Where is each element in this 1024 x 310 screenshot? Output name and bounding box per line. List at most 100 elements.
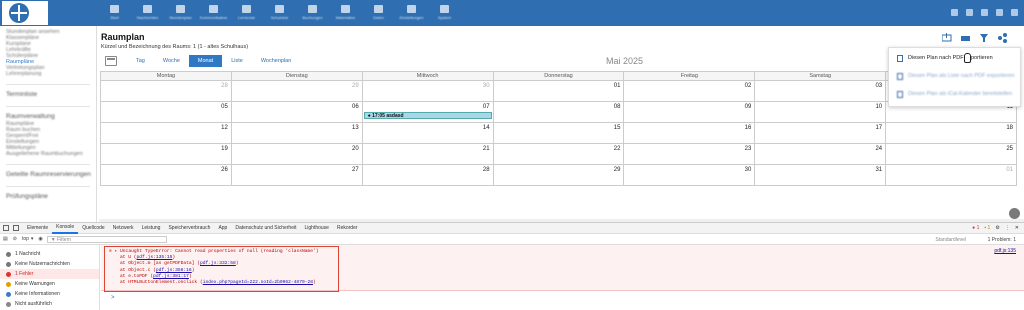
calendar-day-cell[interactable]: 06 xyxy=(232,102,363,122)
nav-item[interactable]: Materialien xyxy=(329,2,362,24)
sidebar-item[interactable]: Terminliste xyxy=(6,91,96,99)
console-filter-item[interactable]: 1 Fehler xyxy=(0,269,99,279)
calendar-day-cell[interactable]: 25 xyxy=(886,144,1018,164)
calendar-day-cell[interactable]: 21 xyxy=(363,144,494,164)
calendar-day-cell[interactable]: 01 xyxy=(886,165,1018,185)
calendar-day-cell[interactable]: 16 xyxy=(624,123,756,143)
clear-console-icon[interactable]: ⊘ xyxy=(13,236,17,242)
floating-action-button[interactable] xyxy=(1009,208,1020,219)
sidebar-item[interactable]: Geteilte Raumreservierungen xyxy=(6,171,96,179)
nav-item[interactable]: Stundenplan xyxy=(164,2,197,24)
calendar-day-cell[interactable]: 23 xyxy=(624,144,756,164)
filter-input[interactable]: ▼ Filtern xyxy=(46,235,167,243)
devtools-tab[interactable]: Lighthouse xyxy=(301,223,333,234)
ical-item[interactable]: Diesen Plan als iCal-Kalender bereitstel… xyxy=(897,90,1012,98)
calendar-day-cell[interactable]: 20 xyxy=(232,144,363,164)
calendar-day-cell[interactable]: 29 xyxy=(494,165,625,185)
settings-icon[interactable]: ⚙ xyxy=(995,225,999,231)
calendar-day-cell[interactable]: 02 xyxy=(624,81,756,101)
nav-item[interactable]: Kommunikation xyxy=(197,2,230,24)
devtools-tab[interactable]: Elemente xyxy=(23,223,52,234)
console-filter-item[interactable]: 1 Nachricht xyxy=(6,249,99,259)
sidebar-toggle-icon[interactable]: ▤ xyxy=(3,236,8,242)
stack-frame-link[interactable]: pdf.js:135:15 xyxy=(137,255,173,260)
console-filter-item[interactable]: Keine Informationen xyxy=(6,289,99,299)
view-tab-monat[interactable]: Monat xyxy=(188,55,223,67)
calendar-day-cell[interactable]: 18 xyxy=(886,123,1018,143)
error-count-badge[interactable]: ● 1 xyxy=(972,225,979,231)
view-tab-wochenplan[interactable]: Wochenplan xyxy=(252,55,300,67)
calendar-day-cell[interactable]: 14 xyxy=(363,123,494,143)
stack-frame-link[interactable]: index.php?pageId=222.noId=2b0962-4879-28 xyxy=(203,280,313,285)
calendar-day-cell[interactable]: 30 xyxy=(363,81,494,101)
filter-icon[interactable] xyxy=(980,34,988,42)
console-filter-item[interactable]: Keine Warnungen xyxy=(6,279,99,289)
device-toolbar-icon[interactable] xyxy=(13,225,19,231)
inspect-icon[interactable] xyxy=(3,225,9,231)
sidebar-item[interactable]: Lehrerplanung xyxy=(6,71,96,77)
print-icon[interactable] xyxy=(961,36,970,41)
nav-item[interactable]: Nachrichten xyxy=(131,2,164,24)
nav-item[interactable]: Buchungen xyxy=(296,2,329,24)
calendar-day-cell[interactable]: 30 xyxy=(624,165,756,185)
calendar-day-cell[interactable]: 09 xyxy=(624,102,756,122)
warning-count-badge[interactable]: ▪ 1 xyxy=(984,225,990,231)
devtools-tab[interactable]: Konsole xyxy=(52,223,79,234)
error-source-link[interactable]: pdf.js:135 xyxy=(994,248,1016,254)
help-icon[interactable] xyxy=(981,9,988,16)
calendar-day-cell[interactable]: 07 ● 17:05 asdasd xyxy=(363,102,494,122)
problems-badge[interactable]: 1 Problem: 1 xyxy=(988,237,1016,243)
calendar-day-cell[interactable]: 10 xyxy=(755,102,887,122)
logo[interactable] xyxy=(2,1,48,25)
export-list-pdf-item[interactable]: Diesen Plan als Liste nach PDF exportier… xyxy=(897,72,1014,80)
calendar-day-cell[interactable]: 03 xyxy=(755,81,887,101)
calendar-day-cell[interactable]: 13 xyxy=(232,123,363,143)
devtools-tab[interactable]: App xyxy=(214,223,231,234)
nav-item[interactable]: Schulnetz xyxy=(263,2,296,24)
sidebar-item[interactable]: Prüfungspläne xyxy=(6,193,96,201)
notification-icon[interactable] xyxy=(951,9,958,16)
calendar-day-cell[interactable]: 19 xyxy=(100,144,232,164)
calendar-day-cell[interactable]: 05 xyxy=(100,102,232,122)
devtools-tab[interactable]: Speicherverbrauch xyxy=(164,223,214,234)
view-tab-tag[interactable]: Tag xyxy=(127,55,154,67)
calendar-day-cell[interactable]: 12 xyxy=(100,123,232,143)
calendar-day-cell[interactable]: 22 xyxy=(494,144,625,164)
context-select[interactable]: top xyxy=(22,236,29,242)
nav-item[interactable]: Einstellungen xyxy=(395,2,428,24)
nav-item[interactable]: Daten xyxy=(362,2,395,24)
calendar-day-cell[interactable]: 17 xyxy=(755,123,887,143)
logout-icon[interactable] xyxy=(1011,9,1018,16)
devtools-tab[interactable]: Rekorder xyxy=(333,223,362,234)
sidebar-item[interactable]: Ausgeliehene Raumbuchungen xyxy=(6,151,96,157)
devtools-tab[interactable]: Netzwerk xyxy=(109,223,138,234)
export-icon[interactable] xyxy=(942,33,952,42)
settings-icon[interactable] xyxy=(996,9,1003,16)
calendar-day-cell[interactable]: 27 xyxy=(232,165,363,185)
console-filter-item[interactable]: Nicht ausführlich xyxy=(6,299,99,309)
sidebar-item[interactable]: Schülerpläne xyxy=(6,53,96,59)
stack-frame-link[interactable]: pdf.js:381:17 xyxy=(153,274,189,279)
devtools-tab[interactable]: Datenschutz und Sicherheit xyxy=(231,223,300,234)
calendar-day-cell[interactable]: 26 xyxy=(100,165,232,185)
calendar-icon[interactable] xyxy=(105,56,117,66)
calendar-day-cell[interactable]: 24 xyxy=(755,144,887,164)
eye-icon[interactable]: ◉ xyxy=(38,236,42,242)
devtools-tab[interactable]: Leistung xyxy=(138,223,165,234)
more-icon[interactable]: ⋮ xyxy=(1005,225,1010,231)
close-icon[interactable]: ✕ xyxy=(1015,225,1019,231)
stack-frame-link[interactable]: pdf.js:356:16 xyxy=(156,268,192,273)
nav-item[interactable]: Start xyxy=(98,2,131,24)
stack-frame-link[interactable]: pdf.js:332:58 xyxy=(200,261,236,266)
export-pdf-item[interactable]: Diesen Plan nach PDF exportieren xyxy=(897,54,993,62)
view-tab-liste[interactable]: Liste xyxy=(222,55,252,67)
console-prompt[interactable]: > xyxy=(111,295,115,301)
calendar-day-cell[interactable]: 29 xyxy=(232,81,363,101)
view-tab-woche[interactable]: Woche xyxy=(154,55,189,67)
log-levels-select[interactable]: Standardlevel xyxy=(935,237,966,243)
calendar-day-cell[interactable]: 28 xyxy=(363,165,494,185)
calendar-day-cell[interactable]: 15 xyxy=(494,123,625,143)
devtools-tab[interactable]: Quellcode xyxy=(78,223,109,234)
calendar-day-cell[interactable]: 31 xyxy=(755,165,887,185)
calendar-day-cell[interactable]: 01 xyxy=(494,81,625,101)
